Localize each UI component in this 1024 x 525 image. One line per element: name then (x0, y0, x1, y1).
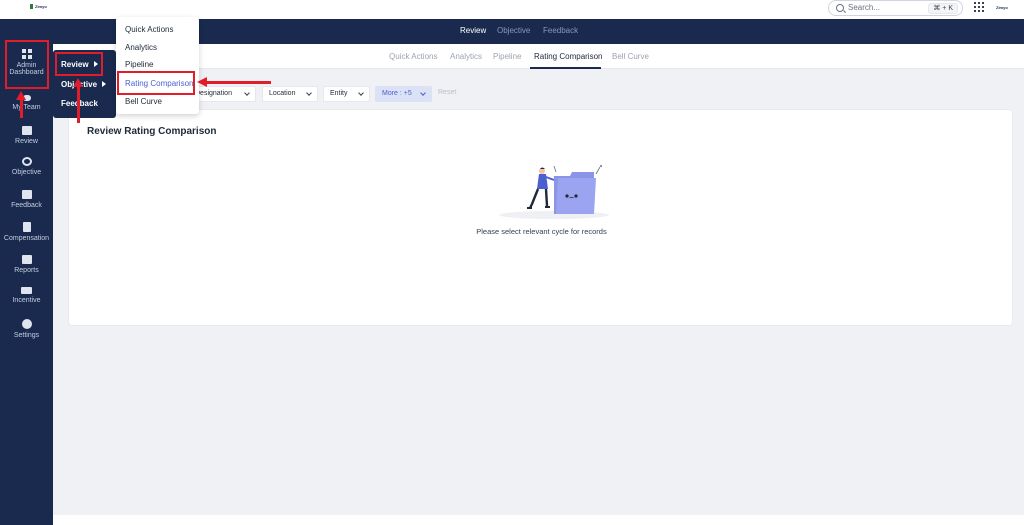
chevron-right-icon (102, 81, 107, 87)
sidebar-item-incentive[interactable]: Incentive (0, 287, 53, 304)
sidebar-item-settings[interactable]: Settings (0, 319, 53, 339)
card-title: Review Rating Comparison (87, 126, 217, 137)
chart-icon (21, 255, 32, 264)
menu-item-objective[interactable]: Objective (61, 80, 107, 89)
highlight-review-menu-item (55, 52, 103, 76)
highlight-admin-dashboard (5, 40, 49, 89)
company-logo[interactable]: Zimyo (30, 4, 47, 10)
grid-icon[interactable] (974, 2, 984, 12)
sidebar-item-label: Objective (11, 169, 42, 176)
sidebar-item-label: Compensation (3, 235, 50, 242)
active-tab-indicator (530, 67, 601, 69)
nav-tab-objective[interactable]: Objective (497, 26, 530, 35)
wallet-icon (21, 287, 32, 294)
chevron-down-icon (244, 90, 250, 96)
empty-state-illustration (499, 165, 609, 219)
chevron-down-icon (420, 90, 426, 96)
location-filter[interactable]: Location (262, 86, 318, 102)
reset-filters-button[interactable]: Reset (438, 89, 456, 96)
sidebar: Admin Dashboard My Team Review Objective… (0, 19, 53, 525)
more-filters-button[interactable]: More : +5 (375, 86, 432, 102)
sidebar-item-label: Feedback (11, 202, 42, 209)
tab-analytics[interactable]: Analytics (450, 52, 482, 61)
annotation-arrow-shaft (77, 87, 80, 123)
main-content: Quick Actions Analytics Pipeline Rating … (53, 44, 1024, 515)
annotation-arrow-shaft (20, 100, 23, 118)
target-icon (21, 157, 32, 166)
entity-filter-label: Entity (330, 90, 348, 97)
more-filters-label: More : +5 (382, 90, 412, 97)
annotation-arrow-shaft (206, 81, 271, 84)
app-root: Zimyo Search... ⌘ + K Zimyo Review Objec… (0, 0, 1024, 525)
entity-filter[interactable]: Entity (323, 86, 370, 102)
submenu-item-quick-actions[interactable]: Quick Actions (125, 25, 173, 34)
submenu-item-analytics[interactable]: Analytics (125, 43, 157, 52)
review-submenu: Quick Actions Analytics Pipeline Rating … (116, 17, 199, 114)
sidebar-item-label: Review (15, 138, 38, 145)
nav-tab-review[interactable]: Review (460, 26, 486, 35)
chevron-down-icon (358, 90, 364, 96)
bottom-strip (53, 515, 1024, 525)
location-filter-label: Location (269, 90, 296, 97)
tab-pipeline[interactable]: Pipeline (493, 52, 521, 61)
submenu-item-bell-curve[interactable]: Bell Curve (125, 97, 162, 106)
sidebar-item-label: My Team (12, 104, 41, 111)
sidebar-item-label: Incentive (12, 297, 41, 304)
sidebar-item-objective[interactable]: Objective (0, 157, 53, 176)
search-input[interactable]: Search... ⌘ + K (828, 0, 963, 16)
tab-bell-curve[interactable]: Bell Curve (612, 52, 649, 61)
sidebar-item-feedback[interactable]: Feedback (0, 190, 53, 209)
annotation-arrow-up-icon (16, 91, 26, 100)
sidebar-item-reports[interactable]: Reports (0, 255, 53, 274)
sidebar-item-label: Reports (14, 267, 39, 274)
sidebar-item-compensation[interactable]: Compensation (0, 222, 53, 242)
submenu-item-pipeline[interactable]: Pipeline (125, 60, 153, 69)
feedback-icon (21, 190, 32, 199)
highlight-rating-comparison (117, 71, 195, 95)
sidebar-item-my-team[interactable]: My Team (0, 95, 53, 111)
review-icon (21, 126, 32, 135)
designation-filter-label: Designation (195, 90, 232, 97)
empty-state-message: Please select relevant cycle for records (476, 227, 607, 236)
search-placeholder: Search... (848, 3, 881, 12)
user-company-logo[interactable]: Zimyo (996, 2, 1018, 14)
nav-tab-feedback[interactable]: Feedback (543, 26, 578, 35)
rating-comparison-card: Review Rating Comparison Please select r… (68, 109, 1013, 326)
chevron-down-icon (306, 90, 312, 96)
gear-icon (21, 319, 32, 329)
search-shortcut-badge: ⌘ + K (928, 3, 958, 14)
annotation-arrow-up-icon (73, 78, 83, 87)
sidebar-item-review[interactable]: Review (0, 126, 53, 145)
tab-rating-comparison[interactable]: Rating Comparison (534, 52, 602, 61)
sidebar-item-label: Settings (13, 332, 40, 339)
tab-quick-actions[interactable]: Quick Actions (389, 52, 437, 61)
search-icon (836, 4, 844, 12)
annotation-arrow-left-icon (197, 77, 207, 87)
document-icon (22, 222, 31, 232)
